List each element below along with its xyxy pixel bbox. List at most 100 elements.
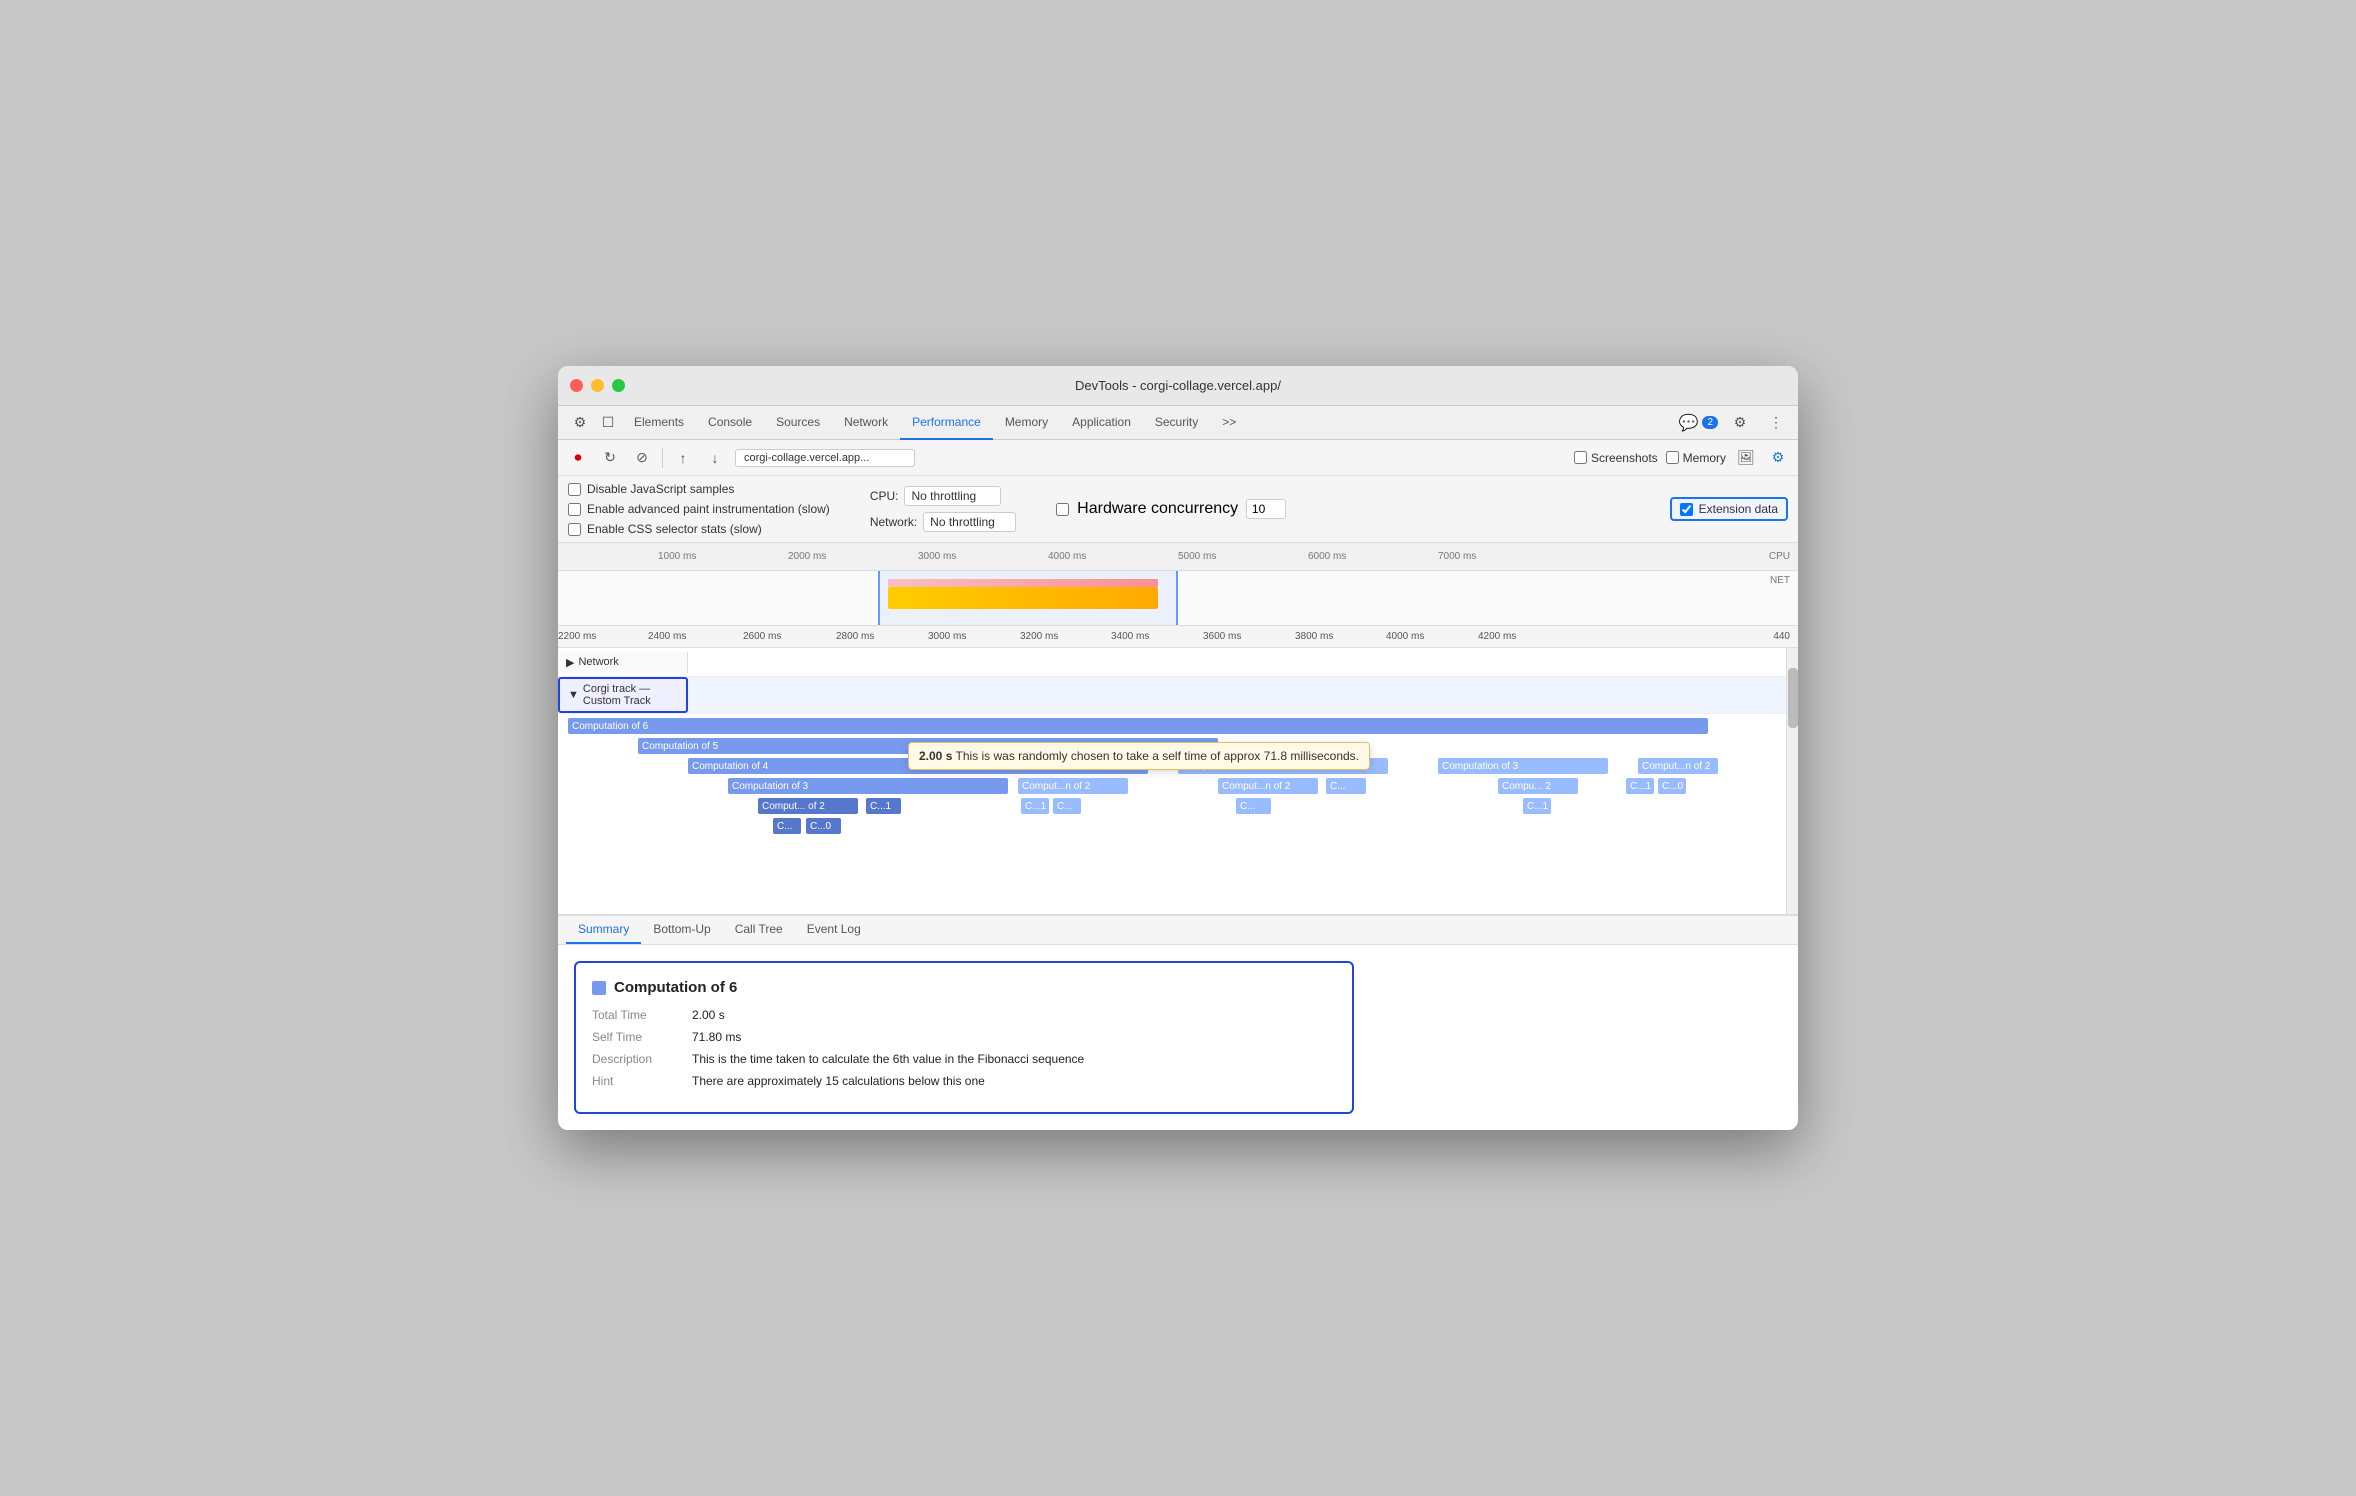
disable-js-checkbox[interactable] — [568, 483, 581, 496]
flame-comp2-right[interactable]: Comput...n of 2 — [1218, 778, 1318, 794]
summary-title: Computation of 6 — [592, 979, 1336, 996]
reload-button[interactable]: ↻ — [598, 446, 622, 470]
flame-c1-row4[interactable]: C...1 — [866, 798, 901, 814]
dr-2600: 2600 ms — [743, 631, 781, 642]
screenshots-label: Screenshots — [1591, 451, 1658, 465]
dr-3200: 3200 ms — [1020, 631, 1058, 642]
flame-c0-row5[interactable]: C...0 — [806, 818, 841, 834]
custom-track-row: ▼ Corgi track — Custom Track — [558, 677, 1786, 714]
network-track-row: ▶ Network — [558, 648, 1786, 677]
flame-comp2-mid[interactable]: Comput...n of 2 — [1018, 778, 1128, 794]
flame-c0-far[interactable]: C...0 — [1658, 778, 1686, 794]
record-button[interactable]: ⏺ — [566, 446, 590, 470]
performance-toolbar: ⏺ ↻ ⊘ ↑ ↓ Screenshots Memory 🖼 ⚙ — [558, 440, 1798, 476]
dr-3800: 3800 ms — [1295, 631, 1333, 642]
ruler-1000: 1000 ms — [658, 551, 696, 562]
flame-comp3-far[interactable]: Computation of 3 — [1438, 758, 1608, 774]
custom-track-content — [688, 681, 1786, 709]
tab-more[interactable]: >> — [1210, 406, 1248, 440]
extension-data-checkbox[interactable] — [1680, 503, 1693, 516]
flame-tooltip: 2.00 s This is was randomly chosen to ta… — [908, 742, 1370, 770]
enable-css-checkbox[interactable] — [568, 523, 581, 536]
dr-3600: 3600 ms — [1203, 631, 1241, 642]
screenshot-icon[interactable]: 🖼 — [1734, 446, 1758, 470]
flame-c-r4-3[interactable]: C... — [1053, 798, 1081, 814]
cpu-select[interactable]: No throttling 4x slowdown 6x slowdown — [904, 486, 1001, 506]
tooltip-text: This is was randomly chosen to take a se… — [956, 749, 1360, 763]
network-overview-bar — [888, 579, 1158, 587]
gear-icon[interactable]: ⚙ — [1766, 446, 1790, 470]
devtools-menu-icon[interactable]: ⚙ — [566, 409, 594, 437]
flame-comp3-main[interactable]: Computation of 3 — [728, 778, 1008, 794]
tab-security[interactable]: Security — [1143, 406, 1210, 440]
screenshots-checkbox[interactable] — [1574, 451, 1587, 464]
chat-badge: 2 — [1702, 416, 1718, 429]
enable-css-row: Enable CSS selector stats (slow) — [568, 522, 830, 536]
tab-network[interactable]: Network — [832, 406, 900, 440]
custom-track-label[interactable]: ▼ Corgi track — Custom Track — [558, 677, 688, 713]
tab-bottom-up[interactable]: Bottom-Up — [641, 916, 722, 944]
clear-button[interactable]: ⊘ — [630, 446, 654, 470]
upload-button[interactable]: ↑ — [671, 446, 695, 470]
flame-comp2-row4[interactable]: Comput... of 2 — [758, 798, 858, 814]
bottom-tabs: Summary Bottom-Up Call Tree Event Log — [558, 916, 1798, 945]
flame-c1-far[interactable]: C...1 — [1626, 778, 1654, 794]
extension-data-box[interactable]: Extension data — [1670, 497, 1788, 521]
flame-c-row5[interactable]: C... — [773, 818, 801, 834]
network-track-label[interactable]: ▶ Network — [558, 652, 688, 673]
summary-color-icon — [592, 981, 606, 995]
cpu-network-options: CPU: No throttling 4x slowdown 6x slowdo… — [870, 486, 1016, 532]
enable-paint-checkbox[interactable] — [568, 503, 581, 516]
network-row: Network: No throttling Fast 3G Slow 3G — [870, 512, 1016, 532]
hint-value: There are approximately 15 calculations … — [692, 1074, 985, 1088]
more-options-icon[interactable]: ⋮ — [1762, 409, 1790, 437]
total-time-label: Total Time — [592, 1008, 692, 1022]
tab-performance[interactable]: Performance — [900, 406, 993, 440]
chat-icon-group[interactable]: 💬 2 — [1679, 413, 1718, 433]
dr-4200: 4200 ms — [1478, 631, 1516, 642]
flame-c1-r4-far[interactable]: C...1 — [1523, 798, 1551, 814]
close-button[interactable] — [570, 379, 583, 392]
tab-elements[interactable]: Elements — [622, 406, 696, 440]
tab-sources[interactable]: Sources — [764, 406, 832, 440]
vertical-scrollbar[interactable] — [1786, 648, 1798, 914]
flame-computation-6[interactable]: Computation of 6 — [568, 718, 1708, 734]
scrollbar-thumb[interactable] — [1788, 668, 1798, 728]
settings-icon[interactable]: ⚙ — [1726, 409, 1754, 437]
flame-c-small[interactable]: C... — [1326, 778, 1366, 794]
self-time-label: Self Time — [592, 1030, 692, 1044]
tab-event-log[interactable]: Event Log — [795, 916, 873, 944]
maximize-button[interactable] — [612, 379, 625, 392]
hw-concurrency-checkbox[interactable] — [1056, 503, 1069, 516]
timeline-overview[interactable]: NET — [558, 571, 1798, 626]
dr-2800: 2800 ms — [836, 631, 874, 642]
summary-title-text: Computation of 6 — [614, 979, 737, 996]
tab-navigation: ⚙ ☐ Elements Console Sources Network Per… — [558, 406, 1798, 440]
tab-console[interactable]: Console — [696, 406, 764, 440]
left-options: Disable JavaScript samples Enable advanc… — [568, 482, 830, 536]
summary-panel: Computation of 6 Total Time 2.00 s Self … — [558, 945, 1798, 1130]
flame-c-r4-4[interactable]: C... — [1236, 798, 1271, 814]
flame-comp2-right2[interactable]: Compu... 2 — [1498, 778, 1578, 794]
network-select[interactable]: No throttling Fast 3G Slow 3G — [923, 512, 1016, 532]
tab-call-tree[interactable]: Call Tree — [723, 916, 795, 944]
network-label-text: Network — [578, 656, 618, 668]
self-time-row: Self Time 71.80 ms — [592, 1030, 1336, 1044]
flame-c1-r4-2[interactable]: C...1 — [1021, 798, 1049, 814]
memory-checkbox[interactable] — [1666, 451, 1679, 464]
tab-application[interactable]: Application — [1060, 406, 1143, 440]
flame-comp2-farright[interactable]: Comput...n of 2 — [1638, 758, 1718, 774]
hw-value-input[interactable] — [1246, 499, 1286, 519]
url-input[interactable] — [735, 449, 915, 467]
tab-summary[interactable]: Summary — [566, 916, 641, 944]
tab-memory[interactable]: Memory — [993, 406, 1060, 440]
minimize-button[interactable] — [591, 379, 604, 392]
cpu-bar — [888, 587, 1158, 609]
download-button[interactable]: ↓ — [703, 446, 727, 470]
tracks-content: ▶ Network ▼ Corgi track — Custom Track C… — [558, 648, 1786, 914]
device-toggle-icon[interactable]: ☐ — [594, 409, 622, 437]
net-label: NET — [1770, 575, 1790, 586]
description-label: Description — [592, 1052, 692, 1066]
options-bar: Disable JavaScript samples Enable advanc… — [558, 476, 1798, 543]
bottom-panel: Summary Bottom-Up Call Tree Event Log Co… — [558, 915, 1798, 1130]
